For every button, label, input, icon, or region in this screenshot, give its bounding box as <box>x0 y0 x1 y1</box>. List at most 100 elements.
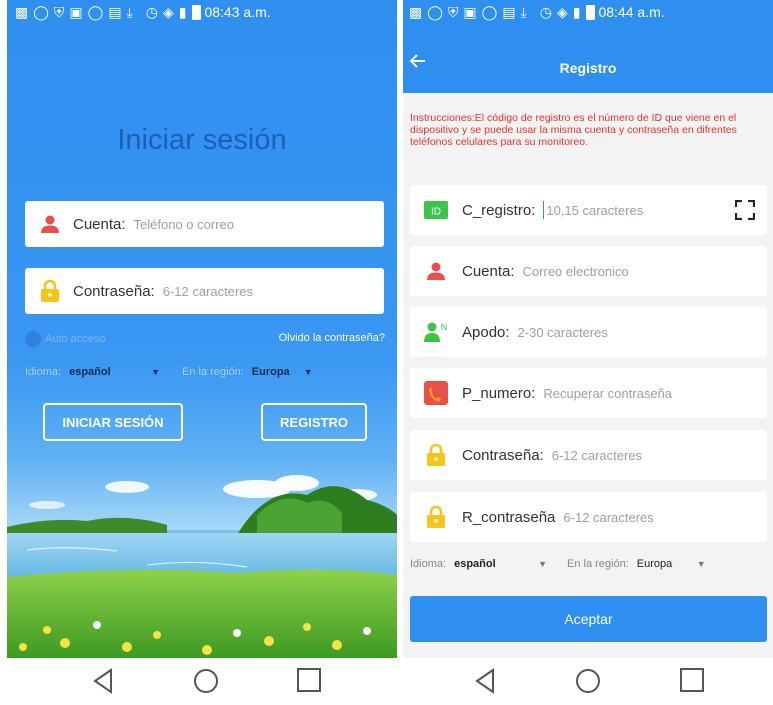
language-dropdown-icon[interactable]: ▼ <box>538 559 547 569</box>
navigation-bar <box>7 658 397 705</box>
password-label: Contraseña: <box>73 282 155 300</box>
phone-icon <box>424 381 448 405</box>
wifi-icon: ◈ <box>162 4 174 20</box>
account-placeholder: Correo electronico <box>522 263 629 279</box>
repeat-password-field[interactable]: R_contraseña 6-12 caracteres <box>410 492 767 542</box>
user-icon <box>39 213 61 235</box>
wifi-icon: ◈ <box>556 4 568 20</box>
password-field[interactable]: Contraseña: 6-12 caracteres <box>410 430 767 480</box>
login-screen: ▩ ◯ ⛨ ▣ ◯ ▤ ⤓ ◷ ◈ ▮ 08:43 a.m. Iniciar s… <box>7 0 397 705</box>
status-icons: ▩ ◯ ⛨ ▣ ◯ ▤ ⤓ ◷ ◈ ▮ <box>15 5 186 19</box>
scan-code-icon[interactable] <box>735 200 755 220</box>
password-label: Contraseña: <box>462 446 544 464</box>
alarm-icon: ◷ <box>145 4 158 20</box>
account-field[interactable]: Cuenta: Teléfono o correo <box>25 201 384 247</box>
lock-icon <box>424 505 448 529</box>
nickname-icon: N <box>424 320 448 344</box>
user-icon <box>424 259 448 283</box>
download-notification-icon: ⤓ <box>126 4 133 20</box>
repeat-password-placeholder: 6-12 caracteres <box>563 509 654 525</box>
home-nav-icon[interactable] <box>192 667 220 695</box>
status-bar: ▩ ◯ ⛨ ▣ ◯ ▤ ⤓ ◷ ◈ ▮ 08:44 a.m. <box>409 0 773 24</box>
language-label: Idioma: <box>410 558 447 570</box>
navigation-bar <box>403 658 773 705</box>
recents-nav-icon[interactable] <box>296 667 322 693</box>
account-label: Cuenta: <box>462 262 515 280</box>
region-label: En la región: <box>567 558 629 570</box>
recents-nav-icon[interactable] <box>679 667 705 693</box>
region-dropdown-icon[interactable]: ▼ <box>304 367 313 377</box>
language-select[interactable]: español <box>454 558 538 570</box>
svg-text:ID: ID <box>431 207 441 218</box>
whatsapp-notification-icon: ◯ <box>87 4 104 20</box>
messenger-notification-icon: ◯ <box>427 4 443 20</box>
gallery-notification-icon: ▩ <box>15 4 29 20</box>
language-label: Idioma: <box>25 366 62 378</box>
nickname-label: Apodo: <box>462 323 510 341</box>
region-dropdown-icon[interactable]: ▼ <box>697 559 706 569</box>
language-region-row: Idioma: español ▼ En la región: Europa ▼ <box>25 366 313 378</box>
lock-icon <box>424 443 448 467</box>
login-background: ▩ ◯ ⛨ ▣ ◯ ▤ ⤓ ◷ ◈ ▮ 08:43 a.m. Iniciar s… <box>7 0 397 658</box>
registration-code-field[interactable]: ID C_registro: 10,15 caracteres <box>410 185 767 235</box>
language-dropdown-icon[interactable]: ▼ <box>151 367 160 377</box>
auto-login-radio[interactable] <box>25 331 41 347</box>
status-time: 08:43 a.m. <box>204 4 271 20</box>
nickname-field[interactable]: N Apodo: 2-30 caracteres <box>410 307 767 357</box>
status-time: 08:44 a.m. <box>598 4 665 20</box>
signal-icon: ▮ <box>178 4 187 20</box>
account-field[interactable]: Cuenta: Correo electronico <box>410 246 767 296</box>
registration-code-label: C_registro: <box>462 201 536 219</box>
region-label: En la región: <box>182 366 244 378</box>
nickname-placeholder: 2-30 caracteres <box>517 324 608 340</box>
password-placeholder: 6-12 caracteres <box>162 283 254 299</box>
accept-button[interactable]: Aceptar <box>410 596 767 642</box>
landscape-image <box>7 455 397 658</box>
alarm-icon: ◷ <box>539 4 552 20</box>
header-bar: ▩ ◯ ⛨ ▣ ◯ ▤ ⤓ ◷ ◈ ▮ 08:44 a.m. Registro <box>403 0 773 93</box>
password-field[interactable]: Contraseña: 6-12 caracteres <box>25 268 384 314</box>
language-select[interactable]: español <box>69 366 151 378</box>
id-icon: ID <box>424 198 448 222</box>
svg-text:N: N <box>441 322 448 332</box>
battery-icon <box>586 4 596 20</box>
whatsapp-notification-icon: ◯ <box>481 4 498 20</box>
message-notification-icon: ▤ <box>502 4 516 20</box>
status-icons: ▩ ◯ ⛨ ▣ ◯ ▤ ⤓ ◷ ◈ ▮ <box>409 5 580 19</box>
image-notification-icon: ▣ <box>463 4 477 20</box>
region-select[interactable]: Europa <box>252 366 304 378</box>
home-nav-icon[interactable] <box>574 667 602 695</box>
download-notification-icon: ⤓ <box>520 4 527 20</box>
text-cursor <box>543 201 545 219</box>
login-button[interactable]: INICIAR SESIÓN <box>43 403 183 441</box>
shield-notification-icon: ⛨ <box>447 4 459 20</box>
account-placeholder: Teléfono o correo <box>133 216 234 232</box>
gallery-notification-icon: ▩ <box>409 4 423 20</box>
phone-number-field[interactable]: P_numero: Recuperar contraseña <box>410 368 767 418</box>
back-nav-icon[interactable] <box>473 667 497 695</box>
password-placeholder: 6-12 caracteres <box>551 447 643 463</box>
shield-notification-icon: ⛨ <box>53 4 65 20</box>
back-nav-icon[interactable] <box>91 667 115 695</box>
auto-login-label: Auto acceso <box>45 333 106 345</box>
registration-code-placeholder: 10,15 caracteres <box>546 202 644 218</box>
message-notification-icon: ▤ <box>108 4 122 20</box>
language-region-row: Idioma: español ▼ En la región: Europa ▼ <box>410 558 706 570</box>
page-title: Registro <box>559 60 617 76</box>
messenger-notification-icon: ◯ <box>33 4 49 20</box>
region-select[interactable]: Europa <box>637 558 697 570</box>
lock-icon <box>39 279 61 302</box>
instructions-text: Instrucciones:El código de registro es e… <box>410 112 737 148</box>
phone-number-label: P_numero: <box>462 384 536 402</box>
image-notification-icon: ▣ <box>69 4 83 20</box>
register-screen: ▩ ◯ ⛨ ▣ ◯ ▤ ⤓ ◷ ◈ ▮ 08:44 a.m. Registro … <box>403 0 773 705</box>
signal-icon: ▮ <box>572 4 581 20</box>
auto-login-toggle[interactable]: Auto acceso <box>25 331 106 347</box>
register-button[interactable]: REGISTRO <box>261 403 367 441</box>
phone-number-placeholder: Recuperar contraseña <box>543 385 673 401</box>
forgot-password-link[interactable]: Olvido la contraseña? <box>279 332 385 344</box>
battery-icon <box>192 4 202 20</box>
page-title: Iniciar sesión <box>117 124 287 156</box>
repeat-password-label: R_contraseña <box>462 508 556 526</box>
account-label: Cuenta: <box>73 215 126 233</box>
